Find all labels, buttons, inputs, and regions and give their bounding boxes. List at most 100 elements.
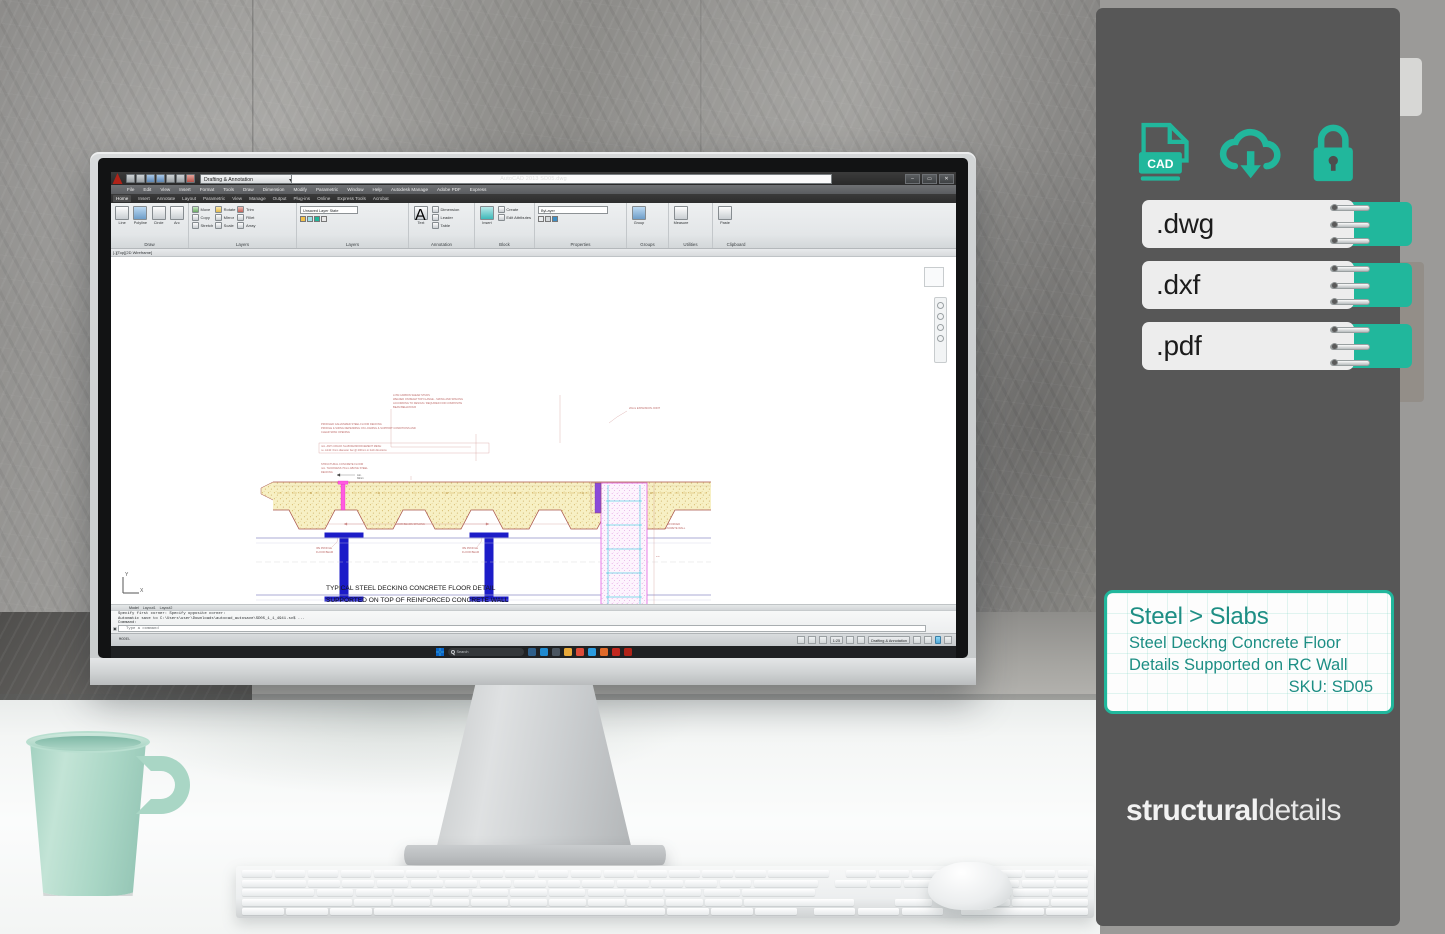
task-view-icon[interactable] [527,648,536,656]
hardware-accel-icon[interactable] [913,636,921,644]
menu-item[interactable]: File [127,187,134,192]
property-color-selector[interactable]: ByLayer [538,206,608,214]
chrome-icon[interactable] [575,648,584,656]
fillet-tool[interactable]: Fillet [237,214,255,221]
layout-tab-layout1[interactable]: Layout1 [143,606,156,610]
start-button-icon[interactable] [435,648,444,656]
circle-tool[interactable]: Circle [151,206,167,225]
paste-tool[interactable]: Paste [716,206,734,225]
menu-item[interactable]: Express [470,187,487,192]
menu-item[interactable]: Help [373,187,382,192]
edge-icon[interactable] [539,648,548,656]
clean-screen-toggle[interactable] [935,636,941,644]
ribbon-tab-home[interactable]: Home [113,195,132,202]
redo-icon[interactable] [176,174,185,183]
plot-icon[interactable] [186,174,195,183]
annotation-scale[interactable]: 1:25 [829,636,844,644]
ribbon-tab-annotate[interactable]: Annotate [157,196,175,201]
menu-item[interactable]: Draw [243,187,254,192]
layer-color-swatch[interactable] [300,216,306,222]
measure-tool[interactable]: Measure [672,206,690,225]
browser-icon[interactable] [587,648,596,656]
ribbon-tab-manage[interactable]: Manage [249,196,266,201]
snap-toggle-icon[interactable] [807,636,816,644]
array-tool[interactable]: Array [237,222,256,229]
drawing-tab-strip[interactable]: [-][Top][2D Wireframe] [111,249,956,257]
ribbon-tab-online[interactable]: Online [317,196,330,201]
format-tag-card[interactable]: .dwg [1142,200,1354,248]
ribbon-panel-modify[interactable]: Move Copy Stretch Rotate Mirror Scale Tr… [189,203,297,248]
customization-icon[interactable] [944,636,952,644]
settings-icon[interactable] [551,648,560,656]
menu-item[interactable]: Dimension [263,187,285,192]
properties-match-icon[interactable] [552,216,558,222]
command-input[interactable]: Type a command [118,624,926,632]
edit-attributes-tool[interactable]: Edit Attributes [497,214,531,221]
layer-state-selector[interactable]: Unsaved Layer State [300,206,358,214]
zoom-icon[interactable] [937,313,944,320]
ribbon-tab-strip[interactable]: Home Insert Annotate Layout Parametric V… [111,194,956,203]
navigation-bar[interactable] [934,297,947,363]
table-tool[interactable]: Table [432,222,459,229]
lineweight-toggle-icon[interactable] [846,636,855,644]
move-tool[interactable]: Move [192,206,213,213]
text-tool[interactable]: A Text [412,206,430,225]
transparency-toggle-icon[interactable] [857,636,866,644]
menu-item[interactable]: View [160,187,170,192]
file-explorer-icon[interactable] [563,648,572,656]
taskbar-search-input[interactable]: Search [447,648,524,656]
ribbon-tab-insert[interactable]: Insert [138,196,150,201]
new-icon[interactable] [126,174,135,183]
mirror-tool[interactable]: Mirror [215,214,235,221]
menu-item[interactable]: Window [347,187,363,192]
menu-item[interactable]: Parametric [316,187,338,192]
format-tag-pdf[interactable]: .pdf [1142,322,1414,370]
windows-taskbar[interactable]: Search [111,646,956,658]
view-cube[interactable] [924,267,944,287]
rotate-tool[interactable]: Rotate [215,206,235,213]
scale-tool[interactable]: Scale [215,222,235,229]
ribbon-panel-groups[interactable]: Group Groups [627,203,669,248]
menu-item[interactable]: Modify [293,187,307,192]
menu-item[interactable]: Insert [179,187,191,192]
trim-tool[interactable]: Trim [237,206,255,213]
close-button[interactable]: ✕ [939,173,954,184]
format-tag-dwg[interactable]: .dwg [1142,200,1414,248]
stretch-tool[interactable]: Stretch [192,222,213,229]
open-icon[interactable] [136,174,145,183]
ortho-toggle-icon[interactable] [818,636,827,644]
pan-icon[interactable] [937,302,944,309]
menu-item[interactable]: Autodesk Manage [391,187,428,192]
lineweight-swatch[interactable] [545,216,551,222]
autocad-menubar[interactable]: File Edit View Insert Format Tools Draw … [111,185,956,194]
media-icon[interactable] [599,648,608,656]
copy-tool[interactable]: Copy [192,214,213,221]
ribbon-panel-layers[interactable]: Unsaved Layer State Layers [297,203,409,248]
ribbon-tab-plugins[interactable]: Plug-ins [293,196,310,201]
command-line-area[interactable]: Specify first corner: Specify opposite c… [111,610,956,633]
autodesk-logo-icon[interactable] [112,173,123,184]
arc-tool[interactable]: Arc [169,206,185,225]
isolate-objects-icon[interactable] [924,636,932,644]
layer-swatch-row[interactable] [300,216,327,222]
ribbon-tab-layout[interactable]: Layout [182,196,196,201]
drawing-canvas[interactable]: LOW CARBON SHEAR STUDS WELDED ON BEAM TO… [111,257,956,610]
ribbon-panel-block[interactable]: Insert Create Edit Attributes Block [475,203,535,248]
save-as-icon[interactable] [156,174,165,183]
undo-icon[interactable] [166,174,175,183]
leader-tool[interactable]: Leader [432,214,459,221]
ribbon[interactable]: Line Polyline Circle Arc Draw Move Copy … [111,203,956,249]
steering-wheel-icon[interactable] [937,335,944,342]
titlebar-search-input[interactable] [291,173,832,184]
group-tool[interactable]: Group [630,206,648,225]
save-icon[interactable] [146,174,155,183]
insert-block-tool[interactable]: Insert [478,206,496,225]
acrobat-icon[interactable] [611,648,620,656]
layer-color-swatch[interactable] [307,216,313,222]
linetype-swatch[interactable] [538,216,544,222]
dimension-tool[interactable]: Dimension [432,206,459,213]
quick-access-toolbar[interactable] [126,174,195,183]
layout-tab-model[interactable]: Model [129,606,139,610]
ribbon-panel-clipboard[interactable]: Paste Clipboard [713,203,759,248]
create-block-tool[interactable]: Create [497,206,531,213]
